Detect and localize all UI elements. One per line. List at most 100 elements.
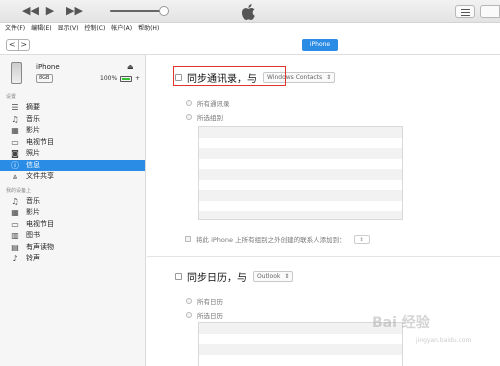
sidebar-item-device-tv[interactable]: ▭ 电视节目: [0, 219, 145, 231]
menu-help[interactable]: 帮助(H): [138, 23, 159, 35]
sidebar-item-info[interactable]: ⓘ 信息: [0, 159, 145, 171]
menu-file[interactable]: 文件(F): [5, 23, 25, 35]
device-tab[interactable]: iPhone: [302, 39, 338, 51]
battery-icon: [120, 76, 132, 82]
chevron-updown-icon: ⇕: [326, 74, 332, 81]
menu-account[interactable]: 帐户(A): [111, 23, 132, 35]
sidebar-item-device-music[interactable]: ♫ 音乐: [0, 196, 145, 208]
sidebar-item-label: 影片: [26, 208, 40, 216]
sidebar-item-tv[interactable]: ▭ 电视节目: [0, 137, 145, 149]
watermark: Bai 经验: [372, 315, 430, 331]
sidebar-item-photos[interactable]: ◙ 照片: [0, 148, 145, 160]
radio-selected-groups[interactable]: 所选组别: [186, 112, 223, 122]
volume-slider[interactable]: [110, 10, 165, 12]
list-item: [199, 159, 402, 170]
info-icon: ⓘ: [11, 160, 19, 170]
rewind-icon[interactable]: ◀◀: [22, 4, 39, 18]
sync-calendar-checkbox[interactable]: [175, 273, 182, 280]
toolbar: ◀◀ ▶ ▶▶: [0, 0, 500, 23]
sidebar-item-device-ringtones[interactable]: ♪ 铃声: [0, 253, 145, 265]
calendar-source-select[interactable]: Outlook ⇕: [253, 271, 294, 282]
search-field[interactable]: [480, 5, 500, 18]
radio-all-contacts[interactable]: 所有通讯录: [186, 98, 230, 108]
sidebar-item-music[interactable]: ♫ 音乐: [0, 114, 145, 126]
add-contacts-label: 将此 iPhone 上所有组别之外创建的联系人添加到：: [196, 236, 346, 244]
device-capacity: 8GB: [36, 74, 53, 83]
list-item: [199, 148, 402, 159]
radio-button[interactable]: [186, 100, 192, 106]
list-item: [199, 138, 402, 149]
summary-icon: ☰: [11, 103, 19, 112]
radio-button[interactable]: [186, 312, 192, 318]
device-card[interactable]: iPhone 8GB ⏏ 100% +: [0, 55, 145, 93]
sidebar-item-device-audiobooks[interactable]: ▤ 有声读物: [0, 242, 145, 254]
list-item: [199, 334, 402, 345]
menu-edit[interactable]: 编辑(E): [31, 23, 51, 35]
radio-button[interactable]: [186, 298, 192, 304]
radio-button[interactable]: [186, 114, 192, 120]
sidebar-item-label: 电视节目: [26, 219, 54, 228]
film-icon: ▦: [11, 126, 19, 135]
radio-label: 所选日历: [197, 312, 223, 320]
apple-logo-icon: [241, 4, 255, 21]
charging-icon: +: [135, 75, 141, 82]
sidebar-item-label: 音乐: [26, 114, 40, 123]
volume-knob[interactable]: [159, 6, 169, 16]
add-contacts-row: 将此 iPhone 上所有组别之外创建的联系人添加到： ⇕: [185, 234, 370, 244]
menu-bar: 文件(F) 编辑(E) 显示(V) 控制(C) 帐户(A) 帮助(H): [0, 23, 500, 35]
sync-calendar-header: 同步日历，与 Outlook ⇕: [175, 269, 294, 284]
list-item: [199, 355, 402, 366]
list-item: [199, 190, 402, 201]
menu-controls[interactable]: 控制(C): [84, 23, 105, 35]
radio-label: 所选组别: [197, 114, 223, 122]
contact-groups-list[interactable]: [198, 126, 403, 220]
eject-icon[interactable]: ⏏: [127, 63, 134, 71]
camera-icon: ◙: [11, 149, 19, 158]
list-item: [199, 169, 402, 180]
add-to-group-select[interactable]: ⇕: [353, 234, 370, 244]
music-icon: ♫: [11, 196, 19, 206]
sidebar-item-label: 音乐: [26, 196, 40, 205]
radio-all-calendars[interactable]: 所有日历: [186, 296, 223, 306]
forward-button[interactable]: >: [17, 40, 30, 50]
sidebar-item-summary[interactable]: ☰ 摘要: [0, 102, 145, 114]
back-button[interactable]: <: [7, 40, 18, 50]
list-view-icon[interactable]: [455, 5, 475, 18]
play-icon[interactable]: ▶: [44, 4, 56, 18]
sidebar-item-label: 图书: [26, 231, 40, 239]
list-item: [199, 211, 402, 219]
sidebar-item-label: 影片: [26, 126, 40, 134]
sidebar-item-label: 照片: [26, 149, 40, 157]
sidebar-item-films[interactable]: ▦ 影片: [0, 125, 145, 137]
on-device-header: 我的设备上: [6, 187, 32, 194]
add-contacts-checkbox[interactable]: [185, 236, 191, 242]
sidebar-item-device-books[interactable]: ▥ 图书: [0, 230, 145, 242]
audiobook-icon: ▤: [11, 242, 19, 252]
chevron-updown-icon: ⇕: [284, 273, 290, 280]
tv-icon: ▭: [11, 219, 19, 229]
fast-forward-icon[interactable]: ▶▶: [66, 4, 83, 18]
tv-icon: ▭: [11, 137, 19, 147]
settings-header: 设置: [6, 94, 17, 100]
nav-row: < > iPhone: [0, 35, 500, 55]
watermark-url: jingyan.baidu.com: [416, 337, 472, 344]
menu-view[interactable]: 显示(V): [58, 23, 79, 35]
bell-icon: ♪: [12, 254, 18, 263]
radio-label: 所有通讯录: [197, 100, 230, 108]
apps-icon: ⩓: [12, 172, 18, 181]
sidebar-item-device-films[interactable]: ▦ 影片: [0, 207, 145, 219]
film-icon: ▦: [11, 208, 19, 217]
radio-label: 所有日历: [197, 298, 223, 306]
music-icon: ♫: [11, 114, 19, 124]
highlight-box: [173, 66, 286, 86]
battery-percent: 100%: [100, 75, 118, 82]
sidebar: iPhone 8GB ⏏ 100% + 设置 ☰ 摘要 ♫ 音乐 ▦ 影片 ▭ 电视节目…: [0, 55, 146, 366]
sidebar-item-label: 有声读物: [26, 242, 54, 251]
sidebar-item-file-sharing[interactable]: ⩓ 文件共享: [0, 171, 145, 183]
list-item: [199, 344, 402, 355]
book-icon: ▥: [11, 231, 19, 240]
radio-selected-calendars[interactable]: 所选日历: [186, 310, 223, 320]
sidebar-item-label: 信息: [26, 160, 40, 169]
sidebar-item-label: 电视节目: [26, 137, 54, 146]
sync-calendar-title: 同步日历，与: [187, 273, 247, 284]
